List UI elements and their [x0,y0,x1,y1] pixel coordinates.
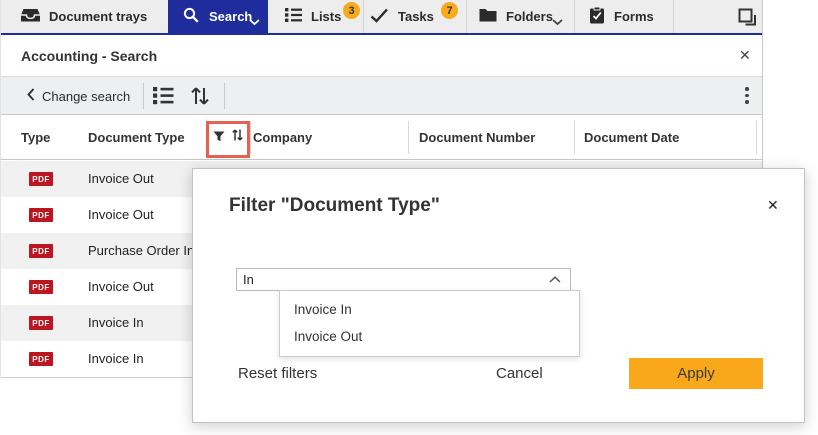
sort-icon[interactable] [189,85,211,107]
dialog-close-icon[interactable]: ✕ [767,197,779,214]
results-table-header: Type Document Type Company Document Numb… [1,115,762,160]
column-header-document-date[interactable]: Document Date [584,130,679,145]
lists-count-badge: 3 [343,2,360,19]
pdf-file-icon: PDF [29,280,53,294]
toolbar-divider [143,83,144,109]
screen: Document trays Search Lists 3 [0,0,818,435]
filter-dialog: Filter "Document Type" ✕ Invoice In Invo… [192,168,805,423]
panel-titlebar: Accounting - Search ✕ [1,35,762,76]
tab-label: Tasks [398,9,434,24]
tab-label: Search [209,9,252,24]
column-divider [250,121,251,154]
dropdown-option[interactable]: Invoice Out [280,323,579,350]
pdf-file-icon: PDF [29,244,53,258]
more-options-kebab-icon[interactable] [745,87,749,104]
tab-label: Lists [311,9,341,24]
folder-icon [479,8,497,25]
search-icon [183,7,200,27]
tab-forms[interactable]: Forms [574,0,673,33]
pdf-file-icon: PDF [29,208,53,222]
nav-divider [673,0,674,33]
panel-close-icon[interactable]: ✕ [739,47,751,64]
document-tray-icon [21,8,40,25]
chevron-left-icon [27,88,35,104]
tab-label: Folders [506,9,553,24]
column-header-company[interactable]: Company [253,130,312,145]
change-search-button[interactable]: Change search [27,77,130,115]
document-type-cell: Invoice Out [88,207,154,222]
column-header-type[interactable]: Type [21,130,50,145]
tab-folders[interactable]: Folders [466,0,574,33]
list-icon [285,8,302,25]
check-icon [370,8,389,26]
column-divider [408,121,409,154]
apply-button[interactable]: Apply [629,358,763,389]
cancel-button[interactable]: Cancel [496,365,543,382]
pdf-file-icon: PDF [29,172,53,186]
chevron-up-icon[interactable] [549,276,561,283]
filter-suggestions-dropdown: Invoice In Invoice Out [279,290,580,357]
folders-chevron-down-icon[interactable] [552,19,563,26]
dropdown-option[interactable]: Invoice In [280,296,579,323]
results-toolbar: Change search [1,76,762,115]
document-type-cell: Invoice Out [88,171,154,186]
document-type-cell: Invoice In [88,315,144,330]
clipboard-check-icon [589,7,605,27]
pdf-file-icon: PDF [29,352,53,366]
toolbar-divider [224,83,225,109]
new-window-icon[interactable] [738,8,757,26]
document-type-cell: Invoice Out [88,279,154,294]
tab-label: Document trays [49,9,147,24]
tab-document-trays[interactable]: Document trays [1,0,168,33]
column-header-document-type[interactable]: Document Type [88,130,185,145]
tasks-count-badge: 7 [441,2,458,19]
filter-combobox [236,268,571,291]
change-search-label: Change search [42,89,130,104]
panel-title: Accounting - Search [21,48,157,64]
document-type-cell: Purchase Order In [88,243,194,258]
filter-value-input[interactable] [243,270,538,289]
tab-search[interactable]: Search [168,0,268,33]
search-chevron-down-icon[interactable] [249,19,260,26]
dialog-title: Filter "Document Type" [229,195,440,217]
annotation-highlight-box [206,121,250,158]
column-header-document-number[interactable]: Document Number [419,130,535,145]
reset-filters-button[interactable]: Reset filters [238,365,317,382]
column-divider [574,121,575,154]
main-navbar: Document trays Search Lists 3 [1,0,762,35]
pdf-file-icon: PDF [29,316,53,330]
document-type-cell: Invoice In [88,351,144,366]
view-list-icon[interactable] [151,85,175,106]
column-divider [756,121,757,154]
tab-label: Forms [614,9,654,24]
